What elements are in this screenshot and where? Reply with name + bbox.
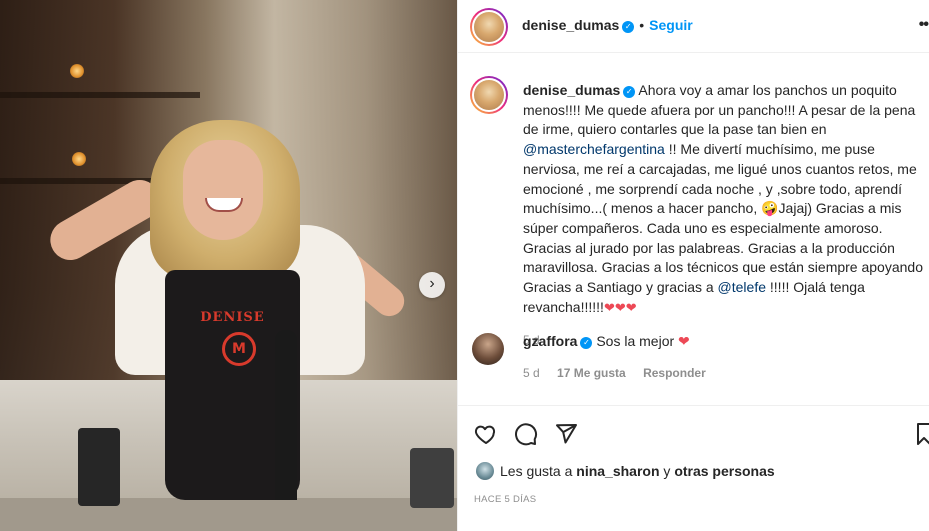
- image-counter-top: [0, 498, 457, 531]
- comment-meta: 5 d 17 Me gusta Responder: [523, 366, 706, 380]
- verified-badge-icon: ✓: [623, 86, 636, 98]
- commenter-avatar[interactable]: [472, 333, 504, 365]
- mention-link[interactable]: @masterchefargentina: [523, 141, 665, 157]
- hearts-emoji: ❤❤❤: [603, 299, 637, 315]
- more-options-icon[interactable]: ••: [919, 16, 929, 34]
- verified-badge-icon: ✓: [580, 337, 593, 349]
- emoji: 🤪: [761, 200, 779, 217]
- likes-summary: Les gusta a nina_sharon y otras personas: [476, 462, 775, 480]
- image-lamp: [70, 64, 84, 78]
- liker-avatar[interactable]: [476, 462, 494, 480]
- image-face: [183, 140, 263, 240]
- follow-button[interactable]: Seguir: [649, 17, 693, 33]
- liker-username[interactable]: nina_sharon: [576, 463, 659, 479]
- caption-avatar[interactable]: [470, 76, 508, 114]
- post-header: denise_dumas ✓ • Seguir ••: [458, 0, 929, 53]
- image-faucet: [275, 330, 297, 500]
- next-image-button[interactable]: ›: [419, 272, 445, 298]
- header-user-row: denise_dumas ✓ • Seguir: [522, 17, 693, 33]
- post-caption: denise_dumas ✓ Ahora voy a amar los panch…: [523, 81, 929, 351]
- post-actions: Les gusta a nina_sharon y otras personas…: [458, 405, 929, 527]
- likes-mid: y: [659, 463, 675, 479]
- author-username[interactable]: denise_dumas: [522, 17, 619, 33]
- masterchef-logo: M: [222, 332, 256, 366]
- image-canister: [78, 428, 120, 506]
- author-avatar[interactable]: [470, 8, 508, 46]
- share-send-icon[interactable]: [554, 422, 578, 446]
- comment-bubble-icon[interactable]: [514, 422, 538, 446]
- image-utensil-jar: [410, 448, 454, 508]
- comment-username[interactable]: gzaffora: [523, 333, 577, 349]
- caption-username[interactable]: denise_dumas: [523, 82, 620, 98]
- reply-button[interactable]: Responder: [643, 366, 706, 380]
- likes-prefix: Les gusta a: [500, 463, 577, 479]
- image-lamp: [72, 152, 86, 166]
- apron-label: DENISE: [200, 310, 265, 325]
- comment-likes-count[interactable]: 17 Me gusta: [557, 366, 626, 380]
- image-shelf: [0, 92, 200, 98]
- post-date[interactable]: HACE 5 DÍAS: [474, 494, 536, 505]
- separator-dot: •: [639, 17, 645, 33]
- chevron-right-icon: ›: [429, 275, 435, 292]
- likes-others-link[interactable]: otras personas: [674, 463, 774, 479]
- save-bookmark-icon[interactable]: [916, 422, 929, 446]
- verified-badge-icon: ✓: [622, 21, 635, 33]
- mention-link[interactable]: @telefe: [718, 279, 766, 295]
- comment-text: Sos la mejor: [596, 333, 675, 349]
- comment-timestamp[interactable]: 5 d: [523, 366, 540, 380]
- post-details-panel: denise_dumas ✓ • Seguir •• denise_dumas ✓ Ah…: [457, 0, 929, 531]
- post-image[interactable]: DENISE M ›: [0, 0, 457, 531]
- like-heart-icon[interactable]: [474, 422, 498, 446]
- comment: gzaffora ✓ Sos la mejor ❤ 5 d 17 Me gusta…: [523, 333, 706, 380]
- comment-heart-emoji: ❤: [678, 333, 690, 349]
